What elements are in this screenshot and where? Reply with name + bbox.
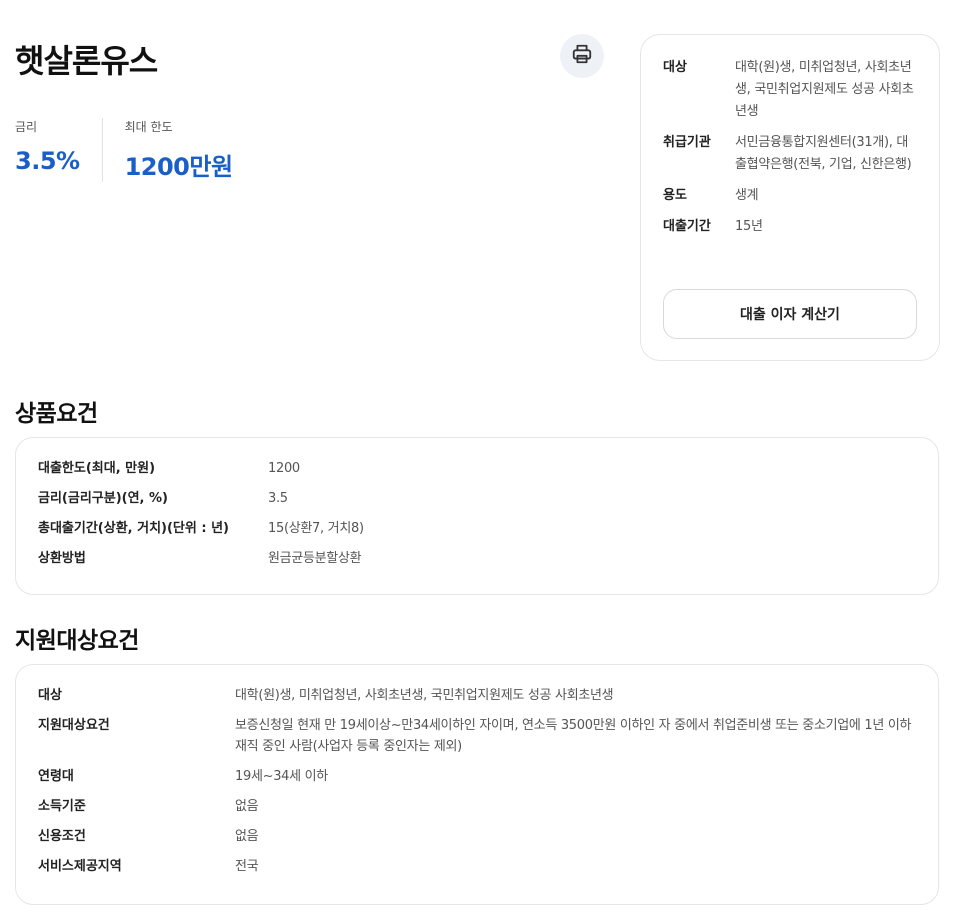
requirement-value: 1200: [268, 461, 300, 476]
requirement-value: 3.5: [268, 491, 288, 506]
eligibility-row: 연령대 19세~34세 이하: [38, 766, 916, 787]
rate-value: 3.5%: [15, 147, 80, 175]
summary-label: 취급기관: [663, 135, 711, 150]
requirement-row: 상환방법 원금균등분할상환: [38, 548, 916, 569]
eligibility-row: 지원대상요건 보증신청일 현재 만 19세이상~만34세이하인 자이며, 연소득…: [38, 715, 916, 757]
limit-label: 최대 한도: [124, 120, 173, 134]
eligibility-label: 소득기준: [38, 799, 86, 814]
eligibility-value: 19세~34세 이하: [235, 769, 328, 784]
eligibility-value: 보증신청일 현재 만 19세이상~만34세이하인 자이며, 연소득 3500만원…: [235, 718, 912, 754]
eligibility-row: 대상 대학(원)생, 미취업청년, 사회초년생, 국민취업지원제도 성공 사회초…: [38, 685, 916, 706]
requirement-row: 총대출기간(상환, 거치)(단위 : 년) 15(상환7, 거치8): [38, 518, 916, 539]
product-requirements-title: 상품요건: [15, 401, 98, 427]
eligibility-value: 없음: [235, 799, 259, 814]
eligibility-row: 서비스제공지역 전국: [38, 856, 916, 877]
loan-interest-calculator-button[interactable]: 대출 이자 계산기: [663, 289, 917, 339]
eligibility-card: 대상 대학(원)생, 미취업청년, 사회초년생, 국민취업지원제도 성공 사회초…: [15, 664, 939, 905]
summary-label: 대상: [663, 60, 687, 75]
product-requirements-card: 대출한도(최대, 만원) 1200 금리(금리구분)(연, %) 3.5 총대출…: [15, 437, 939, 595]
eligibility-label: 신용조건: [38, 829, 86, 844]
rate-limit-summary: 금리 3.5% 최대 한도 1200만원: [15, 118, 233, 182]
eligibility-value: 대학(원)생, 미취업청년, 사회초년생, 국민취업지원제도 성공 사회초년생: [235, 688, 614, 703]
summary-label: 용도: [663, 188, 687, 203]
eligibility-title: 지원대상요건: [15, 628, 139, 654]
summary-row-purpose: 용도 생계: [663, 185, 917, 207]
requirement-row: 금리(금리구분)(연, %) 3.5: [38, 488, 916, 509]
summary-value: 15년: [735, 219, 763, 234]
summary-value: 서민금융통합지원센터(31개), 대출협약은행(전북, 기업, 신한은행): [735, 135, 912, 172]
requirement-label: 금리(금리구분)(연, %): [38, 491, 168, 506]
limit-value: 1200만원: [124, 153, 233, 181]
printer-icon: [571, 43, 593, 69]
eligibility-row: 신용조건 없음: [38, 826, 916, 847]
requirement-row: 대출한도(최대, 만원) 1200: [38, 458, 916, 479]
rate-label: 금리: [15, 120, 38, 134]
eligibility-value: 전국: [235, 859, 259, 874]
eligibility-value: 없음: [235, 829, 259, 844]
page-title: 햇살론유스: [15, 42, 158, 80]
print-button[interactable]: [560, 34, 604, 78]
eligibility-label: 연령대: [38, 769, 74, 784]
eligibility-label: 대상: [38, 688, 62, 703]
requirement-value: 15(상환7, 거치8): [268, 521, 364, 536]
summary-value: 대학(원)생, 미취업청년, 사회초년생, 국민취업지원제도 성공 사회초년생: [735, 60, 914, 119]
rate-stat: 금리 3.5%: [15, 118, 103, 182]
eligibility-label: 서비스제공지역: [38, 859, 122, 874]
limit-stat: 최대 한도 1200만원: [103, 118, 233, 182]
requirement-label: 상환방법: [38, 551, 86, 566]
summary-row-target: 대상 대학(원)생, 미취업청년, 사회초년생, 국민취업지원제도 성공 사회초…: [663, 57, 917, 123]
summary-value: 생계: [735, 188, 759, 203]
summary-row-period: 대출기간 15년: [663, 216, 917, 238]
requirement-label: 대출한도(최대, 만원): [38, 461, 156, 476]
eligibility-row: 소득기준 없음: [38, 796, 916, 817]
requirement-value: 원금균등분할상환: [268, 551, 362, 566]
summary-row-institution: 취급기관 서민금융통합지원센터(31개), 대출협약은행(전북, 기업, 신한은…: [663, 132, 917, 176]
summary-label: 대출기간: [663, 219, 711, 234]
summary-card: 대상 대학(원)생, 미취업청년, 사회초년생, 국민취업지원제도 성공 사회초…: [640, 34, 940, 361]
eligibility-label: 지원대상요건: [38, 718, 110, 733]
requirement-label: 총대출기간(상환, 거치)(단위 : 년): [38, 521, 230, 536]
